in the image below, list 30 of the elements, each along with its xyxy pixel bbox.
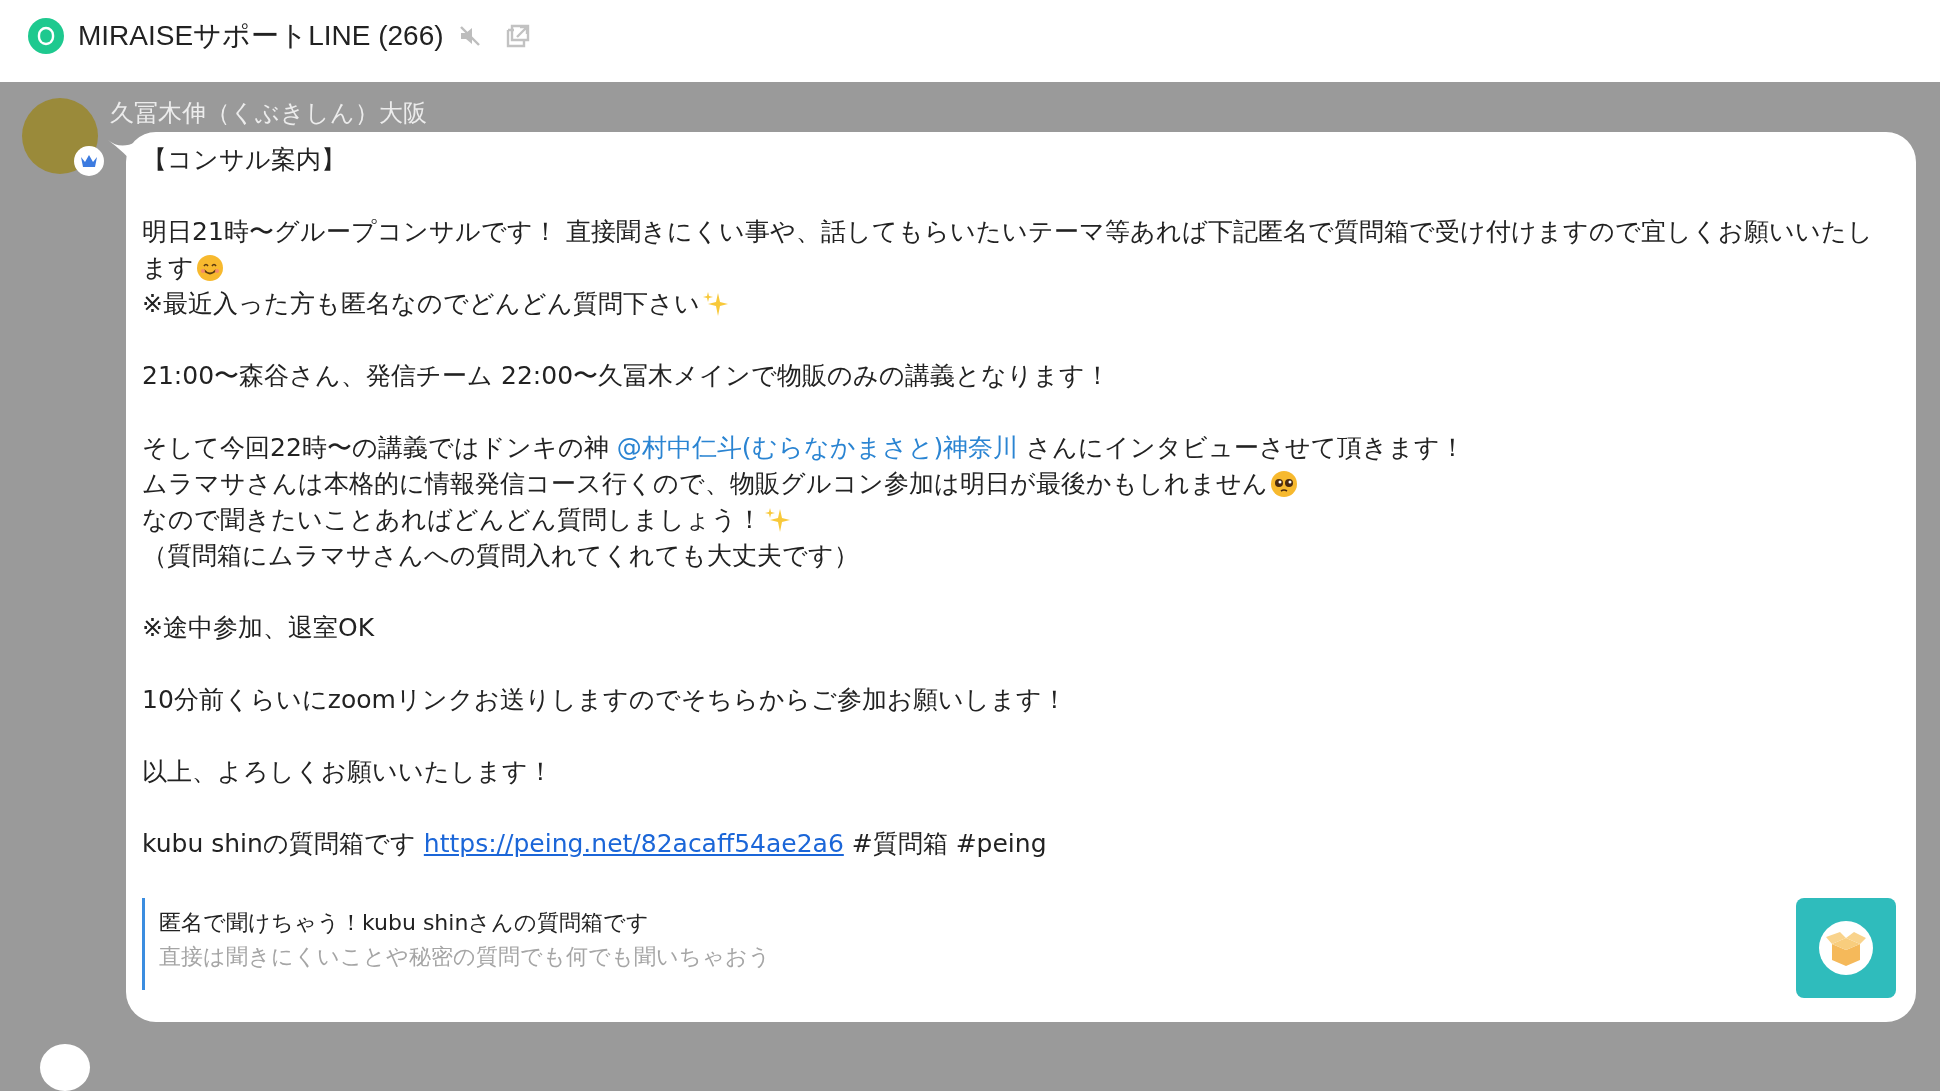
- message-text: （質問箱にムラマサさんへの質問入れてくれても大丈夫です）: [142, 540, 859, 570]
- preview-description: 直接は聞きにくいことや秘密の質問でも何でも聞いちゃおう: [159, 942, 771, 971]
- pleading-face-icon: [1270, 469, 1298, 498]
- preview-title: 匿名で聞けちゃう！kubu shinさんの質問箱です: [159, 908, 651, 937]
- box-icon: [1818, 919, 1874, 976]
- message-text: なので聞きたいことあればどんどん質問しましょう！: [142, 504, 762, 534]
- message-text: 【コンサル案内】: [142, 144, 346, 174]
- muted-speaker-icon[interactable]: [457, 23, 482, 48]
- message-text: 10分前くらいにzoomリンクお送りしますのでそちらからご参加お願いします！: [142, 684, 1067, 714]
- chat-title: MIRAISEサポートLINE (266): [78, 18, 444, 53]
- message-text: そして今回22時〜の講義ではドンキの神: [142, 432, 610, 462]
- message-text: ※最近入った方も匿名なのでどんどん質問下さい: [142, 288, 700, 318]
- sender-name: 久冨木伸（くぶきしん）大阪: [110, 97, 427, 128]
- message-text: 明日21時〜グループコンサルです！ 直接聞きにくい事や、話してもらいたいテーマ等あれば下記匿名で質問箱で受け付けますので宜しくお願いいたし: [142, 216, 1873, 246]
- message-text: kubu shinの質問箱です: [142, 828, 417, 858]
- crown-badge: [74, 145, 104, 176]
- link-preview-card[interactable]: 匿名で聞けちゃう！kubu shinさんの質問箱です 直接は聞きにくいことや秘密の質問でも何でも聞いちゃおう: [142, 897, 771, 990]
- message-text: #質問箱 #peing: [850, 828, 1047, 858]
- preview-thumbnail[interactable]: [1796, 897, 1896, 998]
- url-link[interactable]: https://peing.net/82acaff54ae2a6: [423, 828, 844, 858]
- message-text: 以上、よろしくお願いいたします！: [142, 756, 553, 786]
- message-text: ます: [142, 252, 194, 282]
- message-text: ムラマサさんは本格的に情報発信コース行くので、物販グルコン参加は明日が最後かもしれません: [142, 468, 1268, 498]
- message-text: ※途中参加、退室OK: [142, 612, 375, 642]
- message-text: さんにインタビューさせて頂きます！: [1025, 432, 1466, 462]
- smiling-face-icon: [196, 253, 224, 282]
- message-text: 21:00〜森谷さん、発信チーム 22:00〜久冨木メインで物販のみの講義となります！: [142, 360, 1111, 390]
- avatar-placeholder[interactable]: [40, 1043, 90, 1091]
- mention-link[interactable]: @村中仁斗(むらなかまさと)神奈川: [616, 432, 1019, 462]
- chat-logo-icon: [28, 17, 64, 54]
